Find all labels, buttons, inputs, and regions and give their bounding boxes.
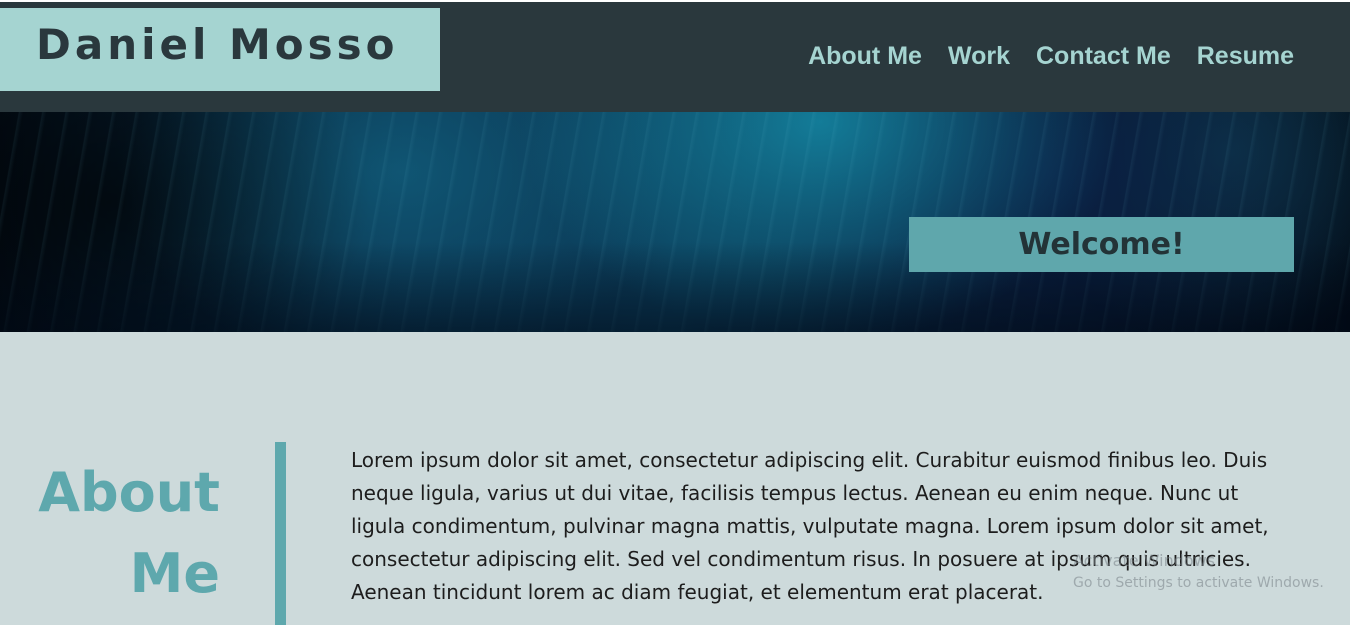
welcome-banner: Welcome!: [909, 217, 1294, 272]
nav-link-work[interactable]: Work: [948, 42, 1010, 71]
welcome-text: Welcome!: [1018, 227, 1185, 262]
watermark-title: Activate Windows: [1073, 551, 1216, 570]
main-nav: About Me Work Contact Me Resume: [808, 42, 1294, 71]
brand-block[interactable]: Daniel Mosso: [0, 8, 440, 91]
about-divider: [275, 442, 286, 625]
nav-link-about-me[interactable]: About Me: [808, 42, 922, 71]
site-header: Daniel Mosso About Me Work Contact Me Re…: [0, 0, 1350, 112]
site-title: Daniel Mosso: [36, 20, 399, 69]
watermark-subtitle: Go to Settings to activate Windows.: [1073, 575, 1324, 591]
about-heading: About Me: [38, 461, 220, 605]
nav-link-contact-me[interactable]: Contact Me: [1036, 42, 1171, 71]
hero-banner: Welcome!: [0, 112, 1350, 332]
windows-activation-watermark: Activate Windows Go to Settings to activ…: [1073, 550, 1324, 594]
nav-link-resume[interactable]: Resume: [1197, 42, 1294, 71]
